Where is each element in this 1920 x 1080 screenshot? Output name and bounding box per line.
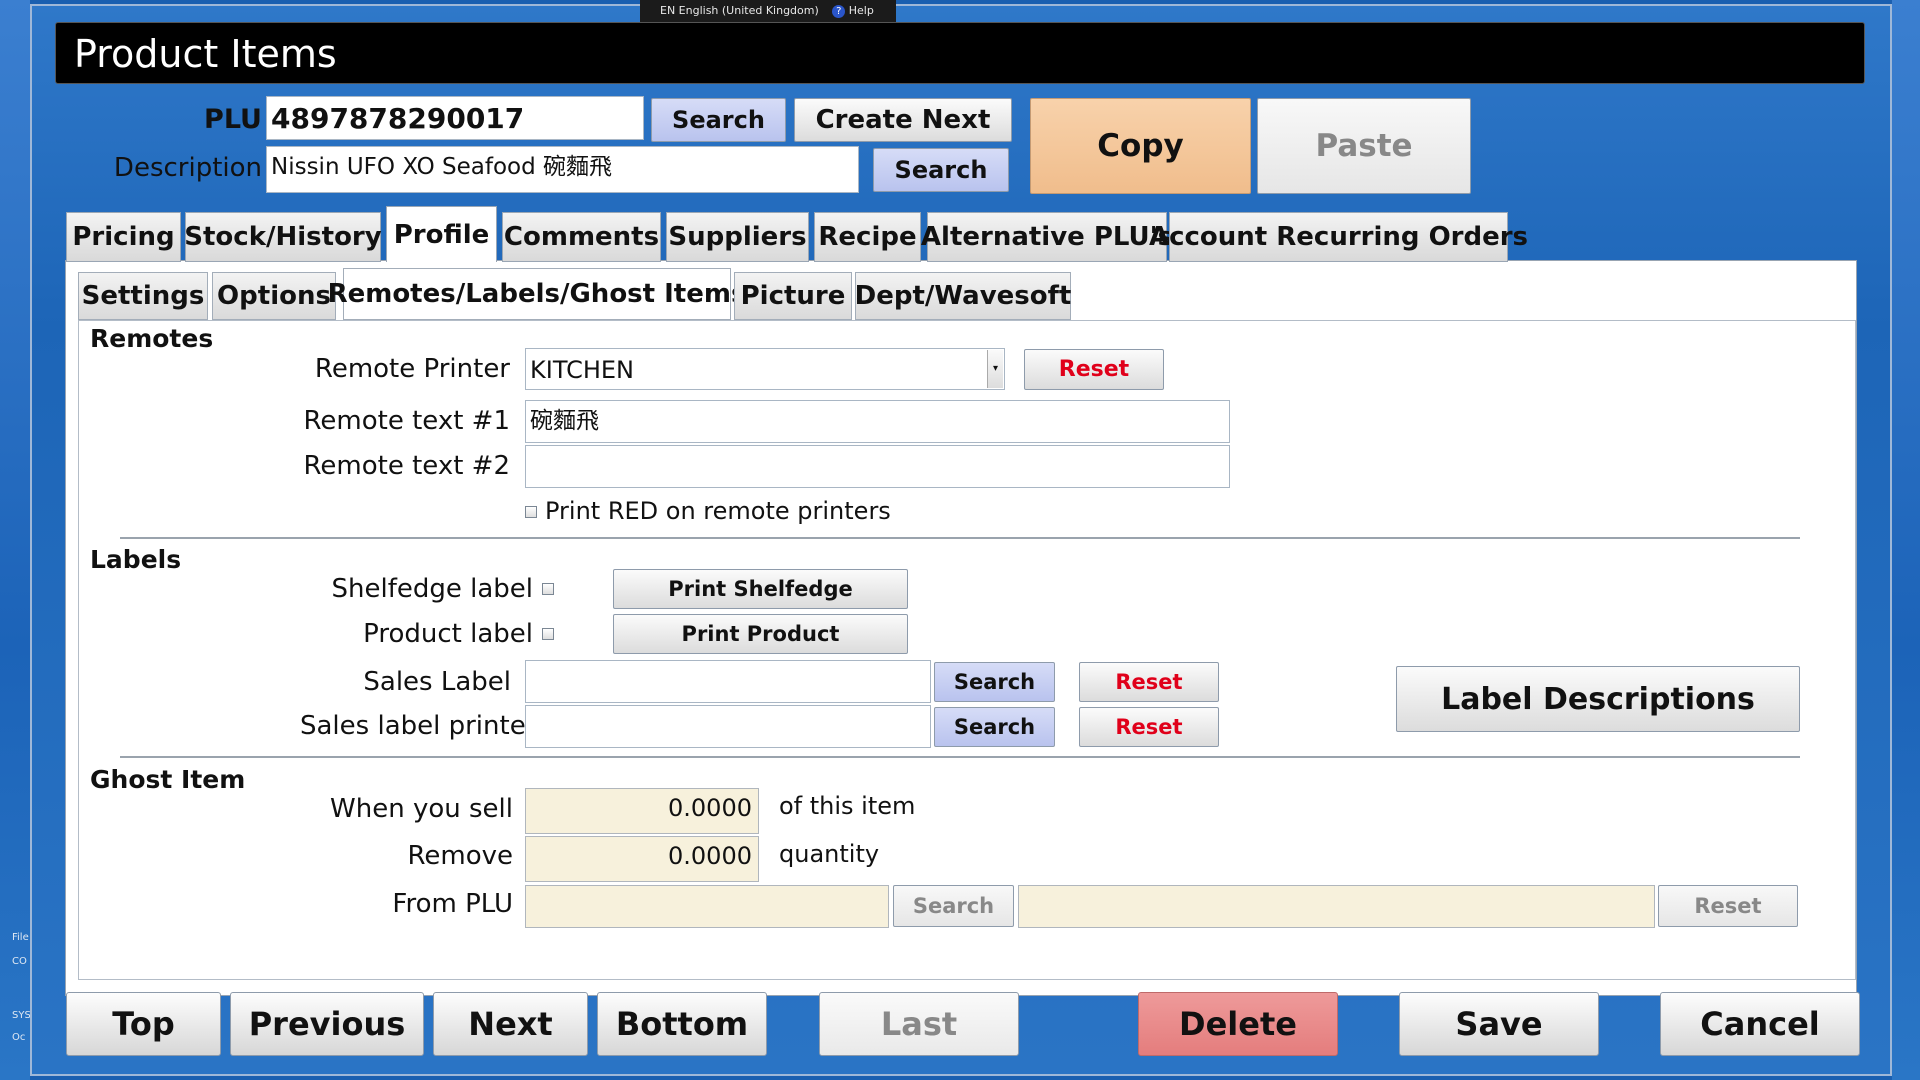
tab-alternative-plus[interactable]: Alternative PLU's bbox=[921, 212, 1173, 262]
shelfedge-checkbox[interactable] bbox=[542, 583, 554, 595]
chevron-down-icon[interactable]: ▾ bbox=[987, 350, 1003, 388]
sales-label-input[interactable] bbox=[525, 660, 931, 703]
label-descriptions-button[interactable]: Label Descriptions bbox=[1396, 666, 1800, 732]
from-plu-label: From PLU bbox=[392, 889, 513, 919]
print-product-button[interactable]: Print Product bbox=[613, 614, 908, 654]
remote-text1-input[interactable]: 碗麵飛 bbox=[525, 400, 1230, 443]
sales-label-label: Sales Label bbox=[363, 667, 511, 697]
labels-heading: Labels bbox=[90, 545, 182, 574]
remote-printer-value[interactable]: KITCHEN bbox=[530, 356, 634, 384]
tab-profile[interactable]: Profile bbox=[386, 206, 497, 262]
sales-label-search-button[interactable]: Search bbox=[934, 662, 1055, 702]
create-next-button[interactable]: Create Next bbox=[794, 98, 1012, 142]
sales-printer-search-button[interactable]: Search bbox=[934, 707, 1055, 747]
save-button[interactable]: Save bbox=[1399, 992, 1599, 1056]
delete-button[interactable]: Delete bbox=[1138, 992, 1338, 1056]
remote-printer-label: Remote Printer bbox=[314, 354, 510, 384]
cancel-button[interactable]: Cancel bbox=[1660, 992, 1860, 1056]
tab-stock-history[interactable]: Stock/History bbox=[184, 212, 382, 262]
description-input[interactable]: Nissin UFO XO Seafood 碗麵飛 bbox=[266, 146, 859, 193]
bottom-button[interactable]: Bottom bbox=[597, 992, 767, 1056]
previous-button[interactable]: Previous bbox=[230, 992, 424, 1056]
sales-label-printer-input[interactable] bbox=[525, 705, 931, 748]
subtab-options[interactable]: Options bbox=[212, 272, 336, 320]
language-text[interactable]: EN English (United Kingdom) bbox=[660, 4, 819, 17]
from-plu-input[interactable] bbox=[525, 885, 889, 928]
sales-label-printer-label: Sales label printer bbox=[300, 711, 537, 741]
subtab-picture[interactable]: Picture bbox=[734, 272, 852, 320]
description-label: Description bbox=[113, 153, 262, 183]
shelfedge-label: Shelfedge label bbox=[331, 574, 534, 604]
remote-printer-reset-button[interactable]: Reset bbox=[1024, 349, 1164, 390]
plu-input[interactable]: 4897878290017 bbox=[266, 96, 644, 140]
remotes-heading: Remotes bbox=[90, 324, 214, 353]
desktop-left-edge: File CO SYS Oc bbox=[0, 0, 31, 1080]
ghost-item-heading: Ghost Item bbox=[90, 765, 246, 794]
desktop-snippet: Oc bbox=[12, 1032, 26, 1043]
desktop-snippet: SYS bbox=[12, 1010, 31, 1021]
delete-label[interactable]: Delete bbox=[1179, 1005, 1297, 1043]
plu-search-button[interactable]: Search bbox=[651, 98, 786, 142]
tab-recipe[interactable]: Recipe bbox=[814, 212, 921, 262]
help-link[interactable]: Help bbox=[849, 4, 874, 17]
quantity-text: quantity bbox=[779, 840, 880, 868]
copy-label[interactable]: Copy bbox=[1097, 128, 1183, 164]
from-plu-description-input[interactable] bbox=[1018, 885, 1655, 928]
product-label-checkbox[interactable] bbox=[542, 628, 554, 640]
sales-printer-reset-button[interactable]: Reset bbox=[1079, 707, 1219, 747]
tab-comments[interactable]: Comments bbox=[502, 212, 661, 262]
when-you-sell-label: When you sell bbox=[330, 794, 513, 824]
section-divider bbox=[120, 537, 1800, 539]
product-label-label: Product label bbox=[363, 619, 533, 649]
remote-printer-select[interactable]: KITCHEN ▾ bbox=[525, 348, 1005, 390]
section-divider bbox=[120, 756, 1800, 758]
when-you-sell-input[interactable]: 0.0000 bbox=[525, 788, 759, 834]
print-shelfedge-button[interactable]: Print Shelfedge bbox=[613, 569, 908, 609]
help-icon[interactable]: ? bbox=[832, 5, 846, 18]
plu-label: PLU bbox=[204, 104, 262, 135]
of-this-item-text: of this item bbox=[779, 792, 916, 820]
remote-text2-input[interactable] bbox=[525, 445, 1230, 488]
paste-button[interactable]: Paste bbox=[1257, 98, 1471, 194]
tab-suppliers[interactable]: Suppliers bbox=[666, 212, 809, 262]
from-plu-search-button[interactable]: Search bbox=[893, 885, 1014, 927]
subtab-dept-wavesoft[interactable]: Dept/Wavesoft bbox=[855, 272, 1071, 320]
sales-label-reset-button[interactable]: Reset bbox=[1079, 662, 1219, 702]
subtab-remotes-labels-ghost[interactable]: Remotes/Labels/Ghost Items bbox=[328, 268, 746, 320]
window-title: Product Items bbox=[74, 32, 337, 76]
desktop-snippet: File bbox=[12, 932, 29, 943]
print-red-label: Print RED on remote printers bbox=[545, 497, 891, 525]
from-plu-reset-button[interactable]: Reset bbox=[1658, 885, 1798, 927]
language-bar[interactable]: EN English (United Kingdom) ? Help ⌄ bbox=[640, 0, 896, 39]
tab-account-recurring-orders[interactable]: Account Recurring Orders bbox=[1149, 212, 1528, 262]
subtab-settings[interactable]: Settings bbox=[78, 272, 208, 320]
desktop-snippet: CO bbox=[12, 956, 27, 967]
remove-label: Remove bbox=[407, 841, 513, 871]
remote-text2-label: Remote text #2 bbox=[303, 451, 511, 481]
tab-pricing[interactable]: Pricing bbox=[66, 212, 181, 262]
title-bar: Product Items bbox=[55, 22, 1865, 84]
last-button[interactable]: Last bbox=[819, 992, 1019, 1056]
copy-button[interactable]: Copy bbox=[1030, 98, 1251, 194]
next-button[interactable]: Next bbox=[433, 992, 588, 1056]
remote-text1-label: Remote text #1 bbox=[303, 406, 511, 436]
description-search-button[interactable]: Search bbox=[873, 148, 1009, 192]
desktop-right-edge bbox=[1892, 0, 1920, 1080]
top-button[interactable]: Top bbox=[66, 992, 221, 1056]
remove-quantity-input[interactable]: 0.0000 bbox=[525, 836, 759, 882]
print-red-checkbox[interactable] bbox=[525, 506, 537, 518]
